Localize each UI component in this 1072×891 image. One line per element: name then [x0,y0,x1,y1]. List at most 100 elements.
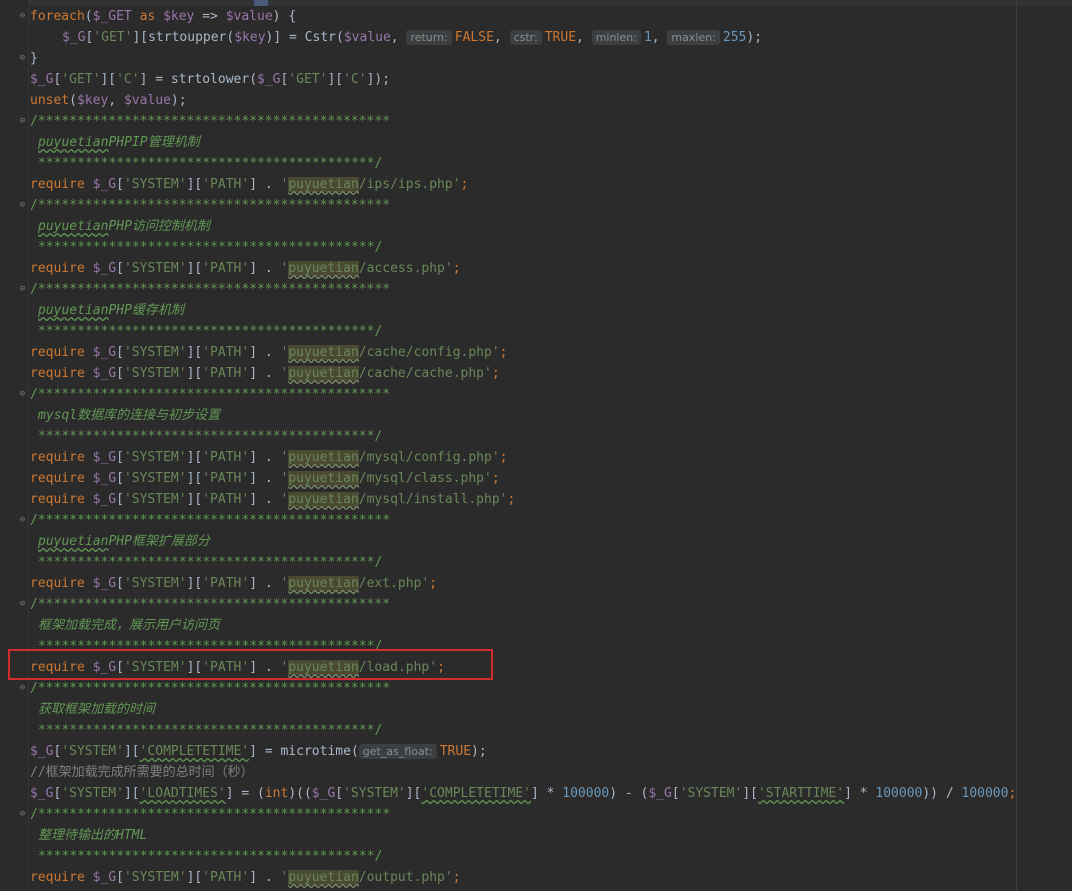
fold-toggle-icon[interactable] [18,599,27,610]
code-line[interactable]: $_G['GET']['C'] = strtolower($_G['GET'][… [0,69,1072,90]
code-token: ****************************************… [38,156,383,171]
code-token: ; [507,492,516,507]
code-token: 'SYSTEM' [123,471,187,486]
code-token: 'PATH' [202,492,250,507]
code-token: /load.php' [358,660,438,675]
code-line[interactable]: ****************************************… [0,552,1072,573]
code-token: , [651,30,668,45]
code-token: 整理待输出的HTML [38,828,148,843]
code-line[interactable]: /***************************************… [0,804,1072,825]
code-line[interactable]: ****************************************… [0,153,1072,174]
code-token: ] = ( [225,786,265,801]
code-line[interactable]: puyuetianPHP访问控制机制 [0,216,1072,237]
code-line[interactable]: require $_G['SYSTEM']['PATH'] . 'puyueti… [0,573,1072,594]
code-line[interactable]: /***************************************… [0,510,1072,531]
code-line[interactable]: 框架加载完成，展示用户访问页 [0,615,1072,636]
code-token: $value [123,93,171,108]
code-token: ][ [186,450,203,465]
code-text: mysql数据库的连接与初步设置 [30,405,220,426]
code-text: ****************************************… [30,153,382,174]
code-line[interactable]: require $_G['SYSTEM']['PATH'] . 'puyueti… [0,363,1072,384]
code-line[interactable]: ****************************************… [0,426,1072,447]
code-line[interactable]: /***************************************… [0,594,1072,615]
code-token: ****************************************… [38,723,383,738]
code-token: 'PATH' [202,177,250,192]
parameter-hint: return: [406,30,452,45]
code-line[interactable]: puyuetianPHP缓存机制 [0,300,1072,321]
code-line[interactable]: $_G['SYSTEM']['COMPLETETIME'] = microtim… [0,741,1072,762]
code-token: ][ [742,786,758,801]
code-token: puyuetian [288,366,359,381]
fold-toggle-icon[interactable] [18,11,27,22]
code-line[interactable]: require $_G['SYSTEM']['PATH'] . 'puyueti… [0,489,1072,510]
code-text: puyuetianPHP框架扩展部分 [30,531,210,552]
code-line[interactable]: 整理待输出的HTML [0,825,1072,846]
code-line[interactable]: ****************************************… [0,321,1072,342]
code-token: puyuetian [288,471,359,486]
code-line[interactable]: require $_G['SYSTEM']['PATH'] . 'puyueti… [0,447,1072,468]
code-token: ] . [249,576,281,591]
code-line[interactable]: /***************************************… [0,111,1072,132]
code-text: /***************************************… [30,195,390,216]
code-token: $_G [257,72,281,87]
code-line[interactable]: ****************************************… [0,636,1072,657]
code-text: /***************************************… [30,111,390,132]
fold-toggle-icon[interactable] [18,683,27,694]
code-line[interactable]: foreach($_GET as $key => $value) { [0,6,1072,27]
code-token: ] . [249,870,281,885]
code-line[interactable]: $_G['SYSTEM']['LOADTIMES'] = (int)(($_G[… [0,783,1072,804]
code-token: puyuetian [288,870,359,885]
code-line[interactable]: unset($key, $value); [0,90,1072,111]
fold-toggle-icon[interactable] [18,116,27,127]
code-token: /***************************************… [30,387,391,402]
parameter-hint: cstr: [509,30,542,45]
code-line[interactable]: puyuetianPHPIP管理机制 [0,132,1072,153]
code-text: /***************************************… [30,804,390,825]
fold-toggle-icon[interactable] [18,53,27,64]
code-token: PHP访问控制机制 [108,219,210,234]
code-line[interactable]: ****************************************… [0,720,1072,741]
code-line[interactable]: /***************************************… [0,384,1072,405]
code-token: 'SYSTEM' [123,660,187,675]
code-line[interactable]: //框架加载完成所需要的总时间（秒） [0,762,1072,783]
code-token: 'COMPLETETIME' [139,744,250,759]
code-token: ][ [186,366,203,381]
fold-toggle-icon[interactable] [18,200,27,211]
code-line[interactable]: } [0,48,1072,69]
code-token: 'GET' [288,72,328,87]
code-text: ****************************************… [30,237,382,258]
fold-toggle-icon[interactable] [18,389,27,400]
code-token: strtolower [170,72,250,87]
code-area[interactable]: foreach($_GET as $key => $value) {$_G['G… [0,6,1072,888]
code-text: /***************************************… [30,384,390,405]
code-token: 100000 [961,786,1009,801]
code-line[interactable]: require $_G['SYSTEM']['PATH'] . 'puyueti… [0,174,1072,195]
code-token: [ [116,450,124,465]
code-line[interactable]: require $_G['SYSTEM']['PATH'] . 'puyueti… [0,867,1072,888]
code-token: ; [429,576,438,591]
code-token: ( [335,30,344,45]
fold-toggle-icon[interactable] [18,809,27,820]
code-token: ] . [249,177,281,192]
code-token: ][ [186,576,203,591]
code-line[interactable]: require $_G['SYSTEM']['PATH'] . 'puyueti… [0,342,1072,363]
code-line[interactable]: $_G['GET'][strtoupper($key)] = Cstr($val… [0,27,1072,48]
code-token: 'C' [343,72,367,87]
code-editor[interactable]: foreach($_GET as $key => $value) {$_G['G… [0,0,1072,891]
code-token: ****************************************… [38,639,383,654]
code-line[interactable]: /***************************************… [0,678,1072,699]
code-line[interactable]: require $_G['SYSTEM']['PATH'] . 'puyueti… [0,468,1072,489]
code-token: puyuetian [38,534,109,549]
fold-toggle-icon[interactable] [18,515,27,526]
code-line[interactable]: /***************************************… [0,279,1072,300]
code-line[interactable]: mysql数据库的连接与初步设置 [0,405,1072,426]
code-line-highlighted[interactable]: require $_G['SYSTEM']['PATH'] . 'puyueti… [0,657,1072,678]
code-line[interactable]: /***************************************… [0,195,1072,216]
code-token: as [131,9,164,24]
code-line[interactable]: puyuetianPHP框架扩展部分 [0,531,1072,552]
code-line[interactable]: require $_G['SYSTEM']['PATH'] . 'puyueti… [0,258,1072,279]
code-line[interactable]: 获取框架加载的时间 [0,699,1072,720]
code-line[interactable]: ****************************************… [0,237,1072,258]
fold-toggle-icon[interactable] [18,284,27,295]
code-line[interactable]: ****************************************… [0,846,1072,867]
